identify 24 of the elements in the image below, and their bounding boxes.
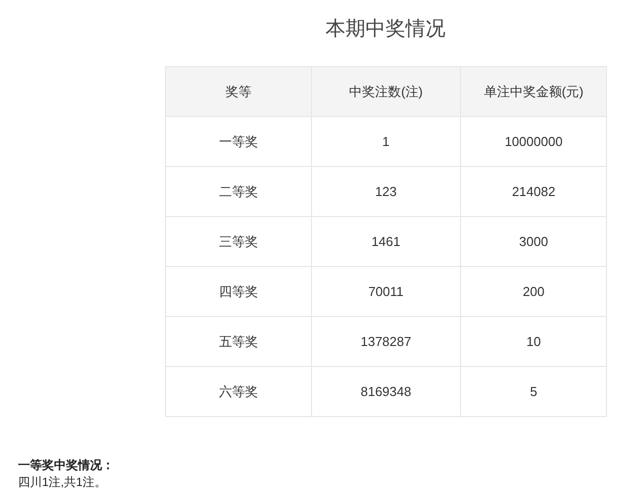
table-cell: 五等奖 (166, 316, 312, 366)
table-cell: 10 (460, 316, 606, 366)
table-cell: 214082 (460, 166, 606, 216)
column-header: 单注中奖金额(元) (460, 66, 606, 116)
column-header: 中奖注数(注) (311, 66, 461, 116)
table-cell: 70011 (311, 266, 461, 316)
table-cell: 六等奖 (166, 366, 312, 416)
table-cell: 1461 (311, 216, 461, 266)
table-cell: 1378287 (311, 316, 461, 366)
column-header: 奖等 (166, 66, 312, 116)
table-cell: 200 (460, 266, 606, 316)
table-cell: 三等奖 (166, 216, 312, 266)
first-prize-detail: 四川1注,共1注。 (18, 474, 107, 491)
table-cell: 8169348 (311, 366, 461, 416)
first-prize-heading: 一等奖中奖情况： (18, 457, 114, 474)
table-cell: 5 (460, 366, 606, 416)
section-title: 本期中奖情况 (324, 17, 446, 42)
table-cell: 10000000 (460, 116, 606, 166)
table-cell: 一等奖 (166, 116, 312, 166)
table-cell: 3000 (460, 216, 606, 266)
table-cell: 1 (311, 116, 461, 166)
table-cell: 123 (311, 166, 461, 216)
table-cell: 四等奖 (166, 266, 312, 316)
table-cell: 二等奖 (166, 166, 312, 216)
